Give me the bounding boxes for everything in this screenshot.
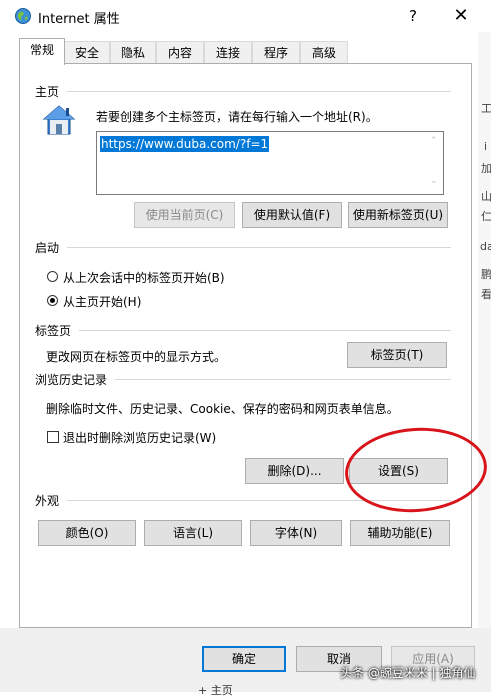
section-divider <box>40 91 451 92</box>
background-text: da <box>480 240 491 253</box>
background-text: 工 <box>481 102 491 115</box>
scroll-up-icon[interactable]: ⌃ <box>430 136 438 146</box>
textarea-scrollbar[interactable]: ⌃ ⌄ <box>426 132 443 194</box>
section-divider <box>40 330 451 331</box>
tab-privacy[interactable]: 隐私 <box>110 41 156 63</box>
background-text: 仁 <box>481 210 491 223</box>
tab-content[interactable]: 内容 <box>156 41 204 63</box>
startup-last-session-label[interactable]: 从上次会话中的标签页开始(B) <box>63 269 225 286</box>
history-description: 删除临时文件、历史记录、Cookie、保存的密码和网页表单信息。 <box>46 402 399 416</box>
tab-advanced[interactable]: 高级 <box>300 41 348 63</box>
window-title: Internet 属性 <box>38 12 120 27</box>
background-text: 看 <box>481 288 491 301</box>
tabs-section-title: 标签页 <box>35 322 80 339</box>
fonts-button[interactable]: 字体(N) <box>250 520 342 546</box>
watermark-text: 头条 @豌豆米米 | 独角仙 <box>340 666 476 680</box>
use-current-page-button[interactable]: 使用当前页(C) <box>134 202 235 228</box>
scroll-down-icon[interactable]: ⌄ <box>430 176 438 186</box>
tabs-description: 更改网页在标签页中的显示方式。 <box>46 350 227 364</box>
background-text: 加 <box>481 162 491 175</box>
tab-programs[interactable]: 程序 <box>252 41 300 63</box>
help-button[interactable]: ? <box>398 3 428 29</box>
background-text: 鹏 <box>481 268 491 281</box>
background-text: + 主页 <box>198 684 233 697</box>
background-text: 山 <box>481 190 491 203</box>
delete-history-button[interactable]: 删除(D)... <box>245 458 344 484</box>
startup-home-label[interactable]: 从主页开始(H) <box>63 293 141 310</box>
home-house-icon <box>42 104 76 136</box>
languages-button[interactable]: 语言(L) <box>144 520 242 546</box>
tab-connections[interactable]: 连接 <box>204 41 252 63</box>
history-section-title: 浏览历史记录 <box>35 371 116 388</box>
delete-history-on-exit-checkbox[interactable] <box>47 431 59 443</box>
ok-button[interactable]: 确定 <box>202 646 286 672</box>
section-divider <box>40 247 451 248</box>
tab-general[interactable]: 常规 <box>19 38 65 65</box>
accessibility-button[interactable]: 辅助功能(E) <box>350 520 450 546</box>
close-button[interactable]: ✕ <box>446 3 476 29</box>
tabs-settings-button[interactable]: 标签页(T) <box>347 342 447 368</box>
startup-home-radio[interactable] <box>47 295 58 306</box>
tab-security[interactable]: 安全 <box>64 41 110 63</box>
internet-globe-icon <box>14 7 32 25</box>
homepage-instruction: 若要创建多个主标签页，请在每行输入一个地址(R)。 <box>96 110 378 124</box>
background-text: i <box>484 140 488 153</box>
startup-section-title: 启动 <box>35 239 68 256</box>
startup-last-session-radio[interactable] <box>47 271 58 282</box>
use-default-button[interactable]: 使用默认值(F) <box>242 202 342 228</box>
use-new-tab-button[interactable]: 使用新标签页(U) <box>348 202 448 228</box>
homepage-section-title: 主页 <box>35 83 68 100</box>
appearance-section-title: 外观 <box>35 492 68 509</box>
homepage-address-value: https://www.duba.com/?f=1 <box>100 136 270 152</box>
delete-history-on-exit-label[interactable]: 退出时删除浏览历史记录(W) <box>63 429 216 446</box>
colors-button[interactable]: 颜色(O) <box>38 520 136 546</box>
